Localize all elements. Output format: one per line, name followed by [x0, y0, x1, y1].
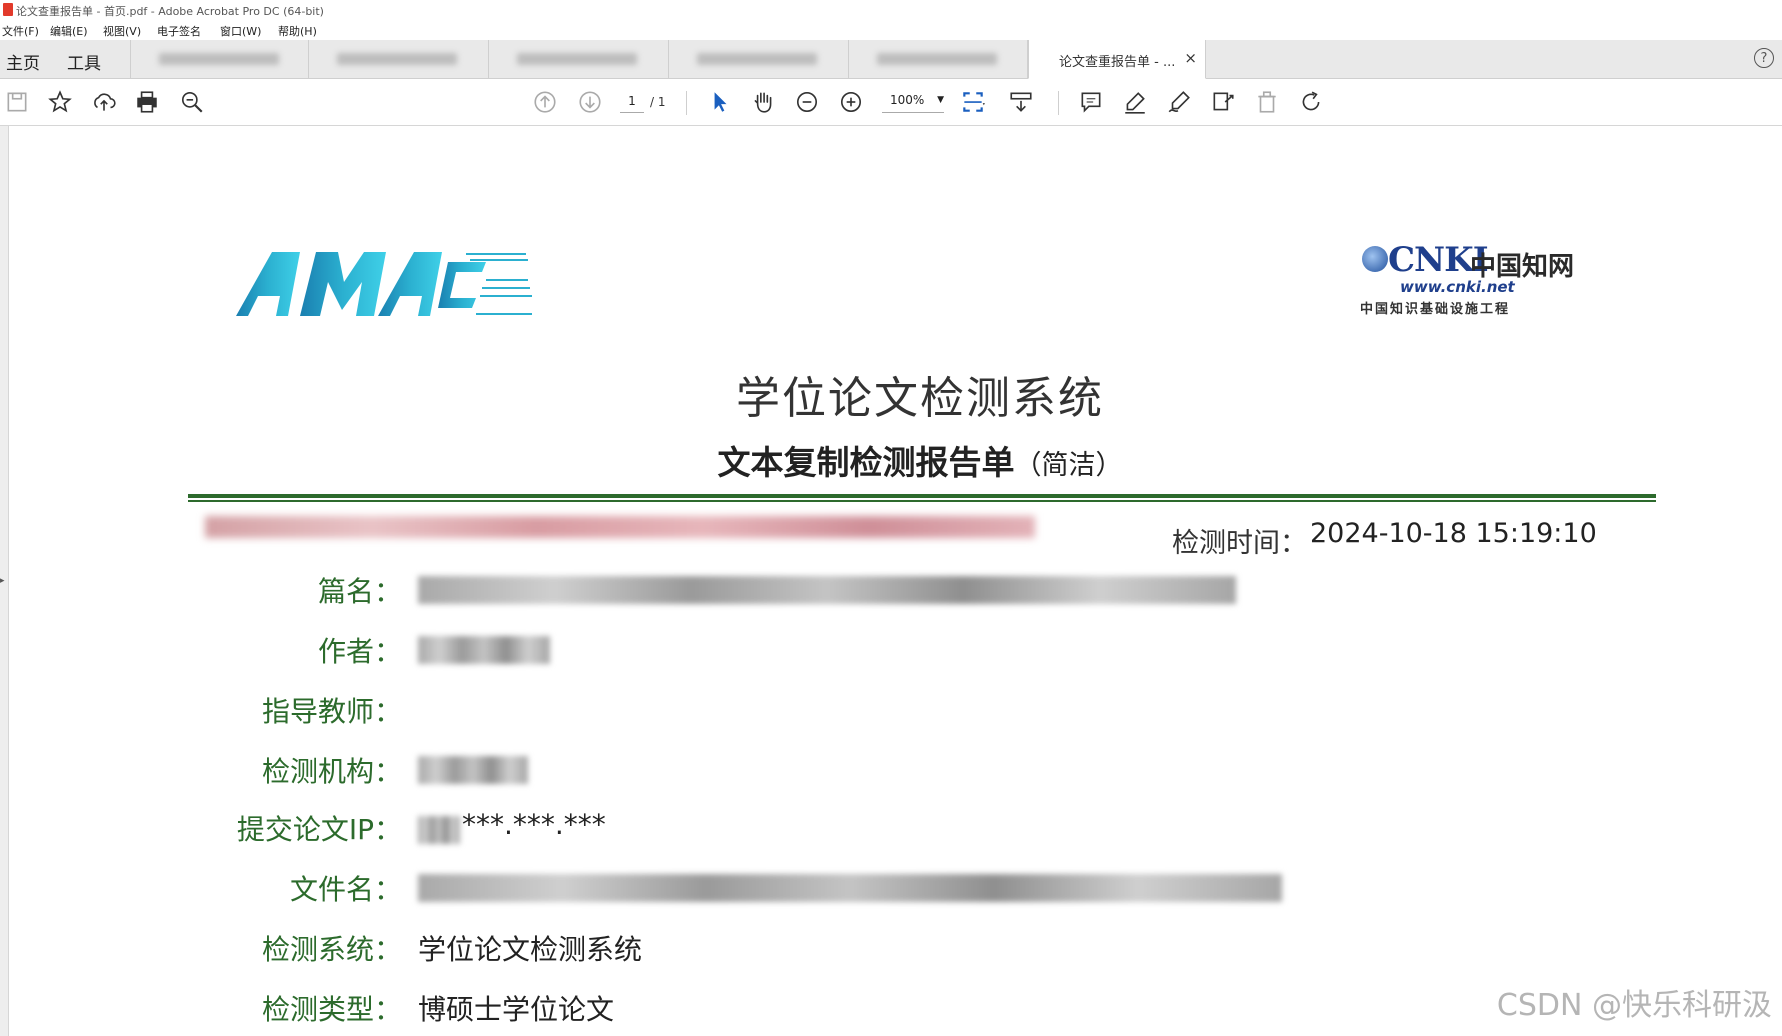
- report-title: 学位论文检测系统: [736, 373, 1104, 424]
- cnki-tagline: 中国知识基础设施工程: [1360, 302, 1511, 317]
- title-bar: 论文查重报告单 - 首页.pdf - Adobe Acrobat Pro DC …: [0, 0, 1782, 20]
- field-label: 检测系统：: [261, 933, 402, 966]
- fit-page-icon[interactable]: [960, 89, 986, 115]
- redacted-value: [418, 756, 528, 784]
- cloud-upload-icon[interactable]: [91, 89, 117, 115]
- tab-home[interactable]: 主页: [6, 49, 40, 74]
- field-value: 学位论文检测系统: [418, 933, 643, 966]
- cnki-url: www.cnki.net: [1400, 278, 1515, 296]
- zoom-search-icon[interactable]: [179, 89, 205, 115]
- divider-line: [188, 494, 1656, 498]
- acrobat-app-icon: [3, 3, 13, 16]
- blurred-tab-label: [337, 53, 457, 65]
- csdn-watermark: CSDN @快乐科研汲: [1496, 988, 1772, 1023]
- star-bookmark-icon[interactable]: [47, 89, 73, 115]
- detect-time-label: 检测时间：: [1172, 528, 1307, 559]
- select-cursor-icon[interactable]: [707, 89, 733, 115]
- next-page-icon[interactable]: [577, 89, 603, 115]
- doc-tab-5[interactable]: [848, 40, 1028, 78]
- zoom-out-icon[interactable]: [794, 89, 820, 115]
- redacted-value: [418, 576, 1236, 604]
- cnki-logo: CNKI 中国知网 www.cnki.net 中国知识基础设施工程: [1360, 240, 1590, 318]
- redacted-value: [418, 636, 550, 664]
- save-icon[interactable]: [4, 89, 30, 115]
- report-subtitle-main: 文本复制检测报告单: [717, 443, 1015, 482]
- report-subtitle: 文本复制检测报告单（简洁）: [0, 436, 1782, 484]
- blurred-tab-label: [159, 53, 279, 65]
- delete-icon[interactable]: [1254, 89, 1280, 115]
- field-advisor: 指导教师：: [0, 690, 1500, 730]
- chevron-down-icon: ▼: [937, 95, 944, 105]
- menu-help[interactable]: 帮助(H): [278, 23, 317, 39]
- rotate-icon[interactable]: [1298, 89, 1324, 115]
- divider-line: [188, 500, 1656, 502]
- redacted-value: [418, 874, 1282, 902]
- redacted-value: [418, 816, 460, 844]
- highlight-pen-icon[interactable]: [1122, 89, 1148, 115]
- report-subtitle-suffix: （简洁）: [1014, 450, 1123, 481]
- tab-bar: 主页 工具 论文查重报告单 - ... × ?: [0, 40, 1782, 79]
- print-icon[interactable]: [134, 89, 160, 115]
- field-value: 博硕士学位论文: [418, 993, 615, 1026]
- field-author: 作者：: [0, 630, 1500, 670]
- field-label: 指导教师：: [261, 695, 402, 728]
- doc-tab-4[interactable]: [668, 40, 848, 78]
- toolbar-divider: [686, 91, 687, 115]
- comment-icon[interactable]: [1078, 89, 1104, 115]
- field-title: 篇名：: [0, 570, 1500, 610]
- field-ip: 提交论文IP： ***.***.***: [0, 808, 1500, 848]
- page-total: / 1: [650, 95, 666, 109]
- field-institution: 检测机构：: [0, 750, 1500, 790]
- field-label: 作者：: [317, 635, 402, 668]
- tab-tools[interactable]: 工具: [67, 49, 101, 74]
- menu-file[interactable]: 文件(F): [2, 23, 39, 39]
- close-tab-icon[interactable]: ×: [1184, 49, 1197, 67]
- active-tab-label: 论文查重报告单 - ...: [1059, 55, 1176, 70]
- help-icon[interactable]: ?: [1754, 48, 1774, 68]
- zoom-in-icon[interactable]: [838, 89, 864, 115]
- field-type: 检测类型： 博硕士学位论文: [0, 988, 1500, 1028]
- toolbar-divider: [1058, 91, 1059, 115]
- field-value: ***.***.***: [462, 808, 606, 841]
- doc-tab-1[interactable]: [130, 40, 308, 78]
- field-filename: 文件名：: [0, 868, 1500, 908]
- doc-tab-3[interactable]: [488, 40, 668, 78]
- window-title: 论文查重报告单 - 首页.pdf - Adobe Acrobat Pro DC …: [16, 5, 324, 18]
- blurred-tab-label: [877, 53, 997, 65]
- menu-view[interactable]: 视图(V): [103, 23, 141, 39]
- hand-tool-icon[interactable]: [750, 89, 776, 115]
- blurred-tab-label: [517, 53, 637, 65]
- main-toolbar: 1 / 1 100% ▼: [0, 79, 1782, 126]
- zoom-level-dropdown[interactable]: 100% ▼: [882, 93, 944, 113]
- field-system: 检测系统： 学位论文检测系统: [0, 928, 1500, 968]
- doc-tab-active[interactable]: 论文查重报告单 - ... ×: [1028, 40, 1206, 79]
- menu-esign[interactable]: 电子签名: [157, 23, 201, 39]
- doc-tab-2[interactable]: [308, 40, 488, 78]
- blurred-tab-label: [697, 53, 817, 65]
- field-label: 文件名：: [289, 873, 402, 906]
- sign-icon[interactable]: [1166, 89, 1192, 115]
- redacted-report-id: [205, 516, 1035, 538]
- field-label: 检测机构：: [261, 755, 402, 788]
- edit-share-icon[interactable]: [1210, 89, 1236, 115]
- menu-window[interactable]: 窗口(W): [220, 23, 261, 39]
- field-label: 篇名：: [317, 575, 402, 608]
- amac-logo: [236, 252, 532, 316]
- globe-icon: [1362, 246, 1388, 272]
- prev-page-icon[interactable]: [532, 89, 558, 115]
- detect-time-value: 2024-10-18 15:19:10: [1310, 518, 1597, 549]
- scroll-mode-icon[interactable]: [1008, 89, 1034, 115]
- zoom-level-value: 100%: [890, 93, 925, 107]
- field-label: 提交论文IP：: [236, 813, 402, 846]
- menu-edit[interactable]: 编辑(E): [50, 23, 88, 39]
- field-label: 检测类型：: [261, 993, 402, 1026]
- page-number-input[interactable]: 1: [620, 94, 644, 113]
- menu-bar: 文件(F) 编辑(E) 视图(V) 电子签名 窗口(W) 帮助(H): [0, 20, 1782, 40]
